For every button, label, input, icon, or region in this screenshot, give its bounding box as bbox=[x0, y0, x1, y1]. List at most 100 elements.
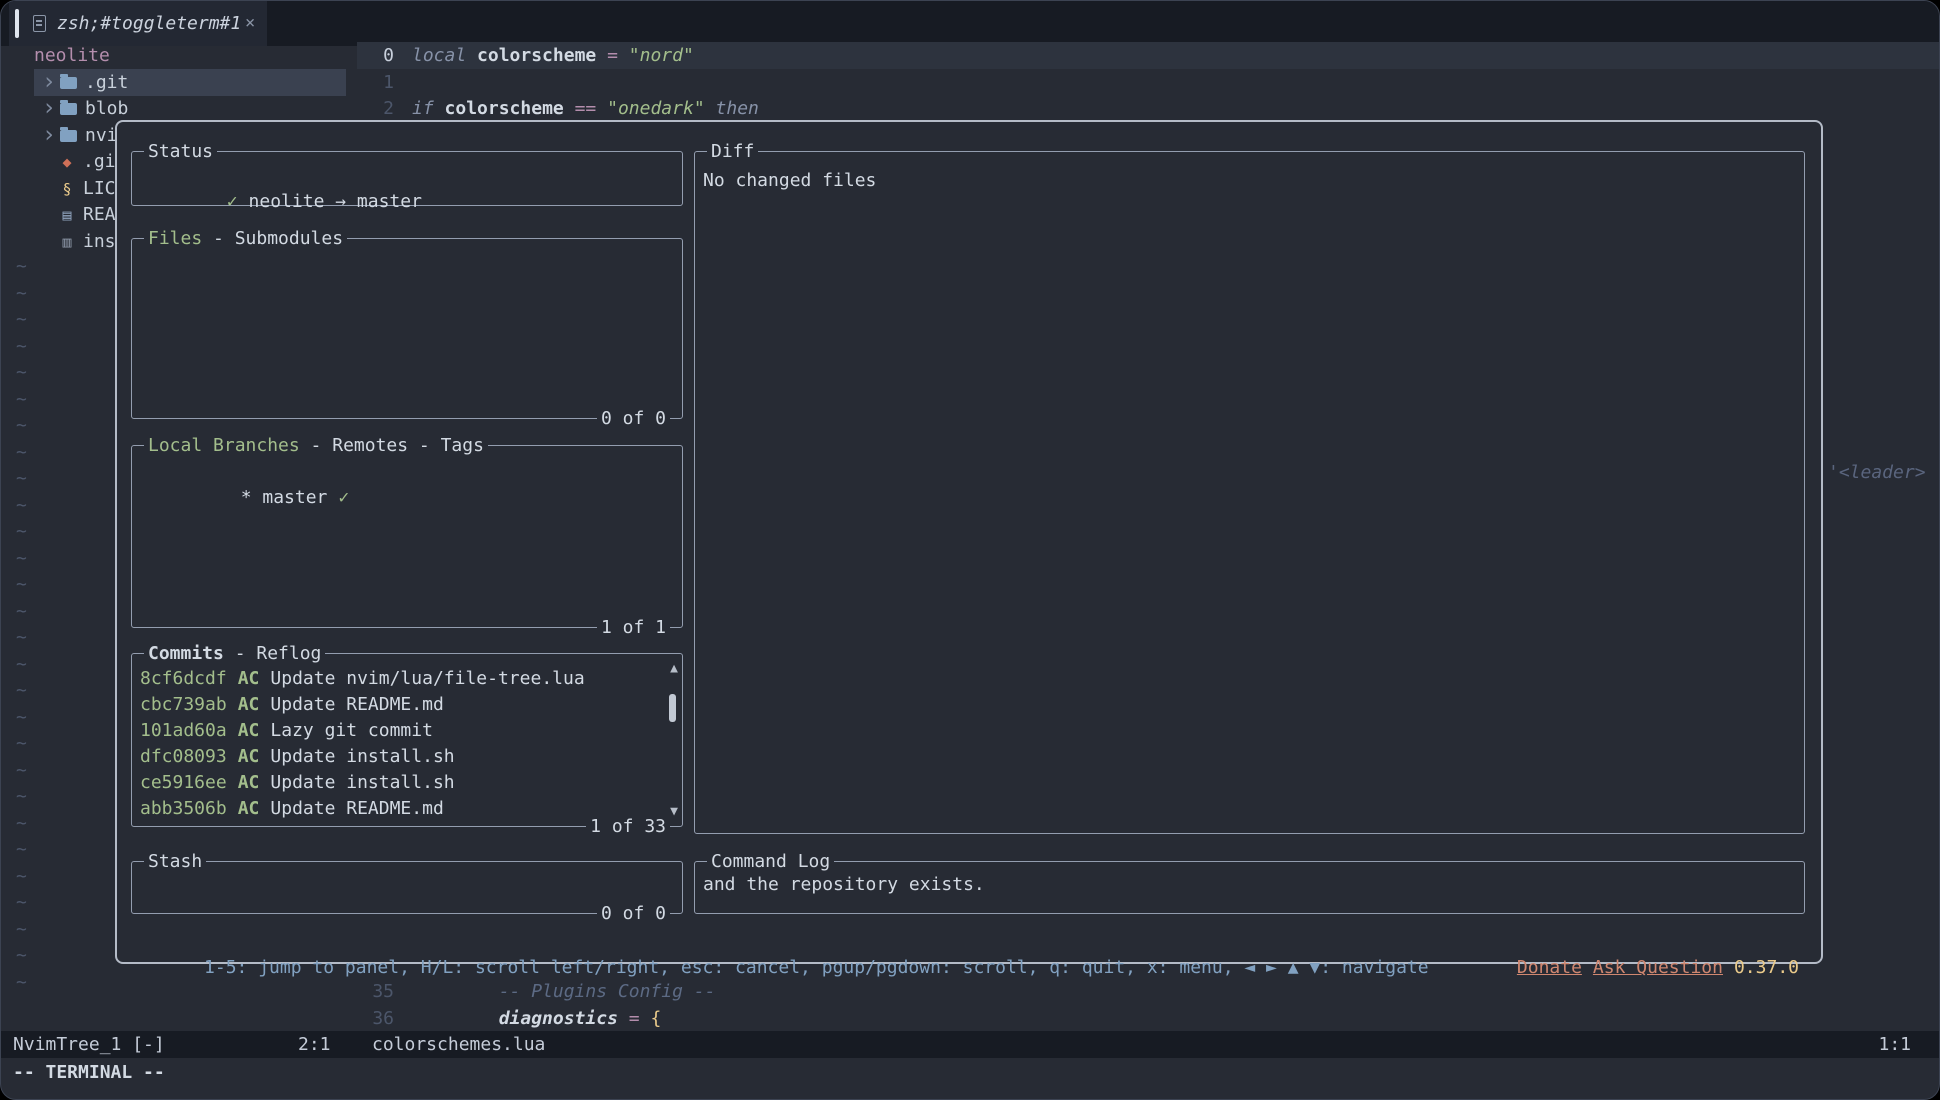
status-panel[interactable]: Status ✓neolite → master bbox=[131, 151, 683, 206]
files-panel-title: Files - Submodules bbox=[144, 225, 347, 252]
folder-icon bbox=[60, 103, 77, 115]
command-log-panel[interactable]: Command Log and the repository exists. bbox=[694, 861, 1805, 914]
branches-panel[interactable]: Local Branches - Remotes - Tags * master… bbox=[131, 445, 683, 628]
filetree-item-label: blob bbox=[85, 98, 128, 119]
filetree-item-label: .gi bbox=[83, 151, 116, 172]
filetree-item-license[interactable]: § LIC bbox=[51, 175, 116, 202]
chevron-right-icon: › bbox=[42, 122, 58, 149]
code-line[interactable]: diagnostics = { bbox=[412, 1005, 661, 1032]
filetree-root[interactable]: neolite bbox=[34, 42, 110, 69]
commits-panel[interactable]: Commits - Reflog 8cf6dcdfACUpdate nvim/l… bbox=[131, 653, 683, 827]
status-panel-title: Status bbox=[144, 138, 217, 165]
commits-counter: 1 of 33 bbox=[586, 813, 670, 840]
tab-files[interactable]: Files bbox=[148, 228, 202, 249]
scroll-up-icon[interactable]: ▲ bbox=[670, 662, 678, 675]
git-file-icon: ◆ bbox=[59, 153, 75, 171]
commit-row[interactable]: cbc739abACUpdate README.md bbox=[140, 692, 658, 718]
version-label: 0.37.0 bbox=[1734, 957, 1799, 978]
filetree-item-nvim[interactable]: › nvi bbox=[34, 122, 118, 149]
close-icon[interactable]: × bbox=[245, 1, 255, 46]
filetree-item-install[interactable]: ▥ ins bbox=[51, 228, 116, 255]
stash-panel[interactable]: Stash 0 of 0 bbox=[131, 861, 683, 914]
tab-title: zsh;#toggleterm#1 bbox=[57, 1, 241, 46]
license-file-icon: § bbox=[59, 180, 75, 198]
tab-commits[interactable]: Commits bbox=[148, 643, 224, 664]
diff-panel-title: Diff bbox=[707, 138, 758, 165]
commit-row[interactable]: abb3506bACUpdate README.md bbox=[140, 796, 658, 822]
filetree-item-label: LIC bbox=[83, 178, 116, 199]
chevron-right-icon: › bbox=[42, 95, 58, 122]
scroll-down-icon[interactable]: ▼ bbox=[670, 805, 678, 818]
code-line[interactable]: local colorscheme = "nord" bbox=[412, 42, 694, 69]
commit-row[interactable]: 8cf6dcdfACUpdate nvim/lua/file-tree.lua bbox=[140, 666, 658, 692]
tab-local-branches[interactable]: Local Branches bbox=[148, 435, 300, 456]
filetree-item-git[interactable]: › .git bbox=[34, 69, 346, 96]
script-file-icon: ▥ bbox=[59, 233, 75, 251]
check-icon: ✓ bbox=[227, 191, 238, 212]
commit-row[interactable]: dfc08093ACUpdate install.sh bbox=[140, 744, 658, 770]
folder-icon bbox=[60, 77, 77, 89]
commit-message: Update install.sh bbox=[270, 772, 454, 793]
commit-message: Update README.md bbox=[270, 798, 443, 819]
diff-content: No changed files bbox=[695, 152, 1804, 191]
tab-submodules[interactable]: - Submodules bbox=[202, 228, 343, 249]
filetree-item-readme[interactable]: ▤ REA bbox=[51, 201, 116, 228]
commit-list: 8cf6dcdfACUpdate nvim/lua/file-tree.luac… bbox=[140, 666, 658, 822]
commit-message: Update nvim/lua/file-tree.lua bbox=[270, 668, 584, 689]
filetree-item-label: ins bbox=[83, 231, 116, 252]
stash-counter: 0 of 0 bbox=[597, 900, 670, 927]
commit-hash: cbc739ab bbox=[140, 694, 227, 715]
branches-panel-title: Local Branches - Remotes - Tags bbox=[144, 432, 488, 459]
tab-reflog[interactable]: - Reflog bbox=[224, 643, 322, 664]
donate-link[interactable]: Donate bbox=[1517, 957, 1582, 978]
code-line[interactable]: -- Plugins Config -- bbox=[412, 978, 715, 1005]
files-counter: 0 of 0 bbox=[597, 405, 670, 432]
diff-panel[interactable]: Diff No changed files bbox=[694, 151, 1805, 834]
line-number: 0 bbox=[364, 42, 394, 69]
commit-hash: dfc08093 bbox=[140, 746, 227, 767]
keybindings-help: 1-5: jump to panel, H/L: scroll left/rig… bbox=[204, 957, 1429, 978]
commit-author: AC bbox=[238, 668, 260, 689]
lazygit-float: Status ✓neolite → master Files - Submodu… bbox=[115, 120, 1823, 964]
ask-question-link[interactable]: Ask Question bbox=[1593, 957, 1723, 978]
scrollbar-thumb[interactable] bbox=[669, 694, 676, 722]
commit-row[interactable]: 101ad60aACLazy git commit bbox=[140, 718, 658, 744]
statusline-buffer: NvimTree_1 [-] bbox=[13, 1031, 165, 1058]
statusline-file-position: 1:1 bbox=[1878, 1031, 1911, 1058]
commit-author: AC bbox=[238, 772, 260, 793]
filetree-item-blob[interactable]: › blob bbox=[34, 95, 128, 122]
file-icon bbox=[33, 15, 46, 32]
stash-panel-title: Stash bbox=[144, 848, 206, 875]
status-text: neolite → master bbox=[249, 191, 422, 212]
tabline: zsh;#toggleterm#1 × bbox=[1, 1, 1940, 46]
commit-author: AC bbox=[238, 694, 260, 715]
commit-hash: abb3506b bbox=[140, 798, 227, 819]
commit-author: AC bbox=[238, 720, 260, 741]
line-number: 2 bbox=[364, 95, 394, 122]
branches-counter: 1 of 1 bbox=[597, 614, 670, 641]
command-log-panel-title: Command Log bbox=[707, 848, 834, 875]
commit-row[interactable]: ce5916ee AC Update install.sh bbox=[140, 770, 658, 796]
leader-register-hint: '<leader> bbox=[1828, 459, 1926, 486]
filetree-item-label: .git bbox=[85, 72, 128, 93]
code-line[interactable]: if colorscheme == "onedark" then bbox=[412, 95, 759, 122]
branch-name: * master bbox=[241, 487, 328, 508]
command-log-content: and the repository exists. bbox=[695, 862, 1804, 895]
filetree-item-label: REA bbox=[83, 204, 116, 225]
filetree-item-gitignore[interactable]: ◆ .gi bbox=[51, 148, 116, 175]
terminal-window: zsh;#toggleterm#1 × 0 local colorscheme … bbox=[0, 0, 1940, 1100]
line-number: 36 bbox=[364, 1005, 394, 1032]
commits-panel-title: Commits - Reflog bbox=[144, 640, 325, 667]
tab-remotes-tags[interactable]: - Remotes - Tags bbox=[300, 435, 484, 456]
commit-hash: ce5916ee bbox=[140, 772, 227, 793]
files-panel[interactable]: Files - Submodules 0 of 0 bbox=[131, 238, 683, 419]
check-icon: ✓ bbox=[338, 487, 349, 508]
terminal-tab[interactable]: zsh;#toggleterm#1 × bbox=[9, 1, 267, 46]
commit-author: AC bbox=[238, 746, 260, 767]
active-tab-indicator bbox=[15, 9, 19, 38]
statusline-filename: colorschemes.lua bbox=[372, 1031, 545, 1058]
empty-buffer-lines: ~ ~ ~ ~ ~ ~ ~ ~ ~ ~ ~ ~ ~ ~ ~ ~ ~ ~ ~ ~ … bbox=[16, 254, 27, 996]
filetree-item-label: nvi bbox=[85, 125, 118, 146]
statusline: NvimTree_1 [-] 2:1 colorschemes.lua 1:1 bbox=[1, 1031, 1940, 1058]
readme-file-icon: ▤ bbox=[59, 206, 75, 224]
